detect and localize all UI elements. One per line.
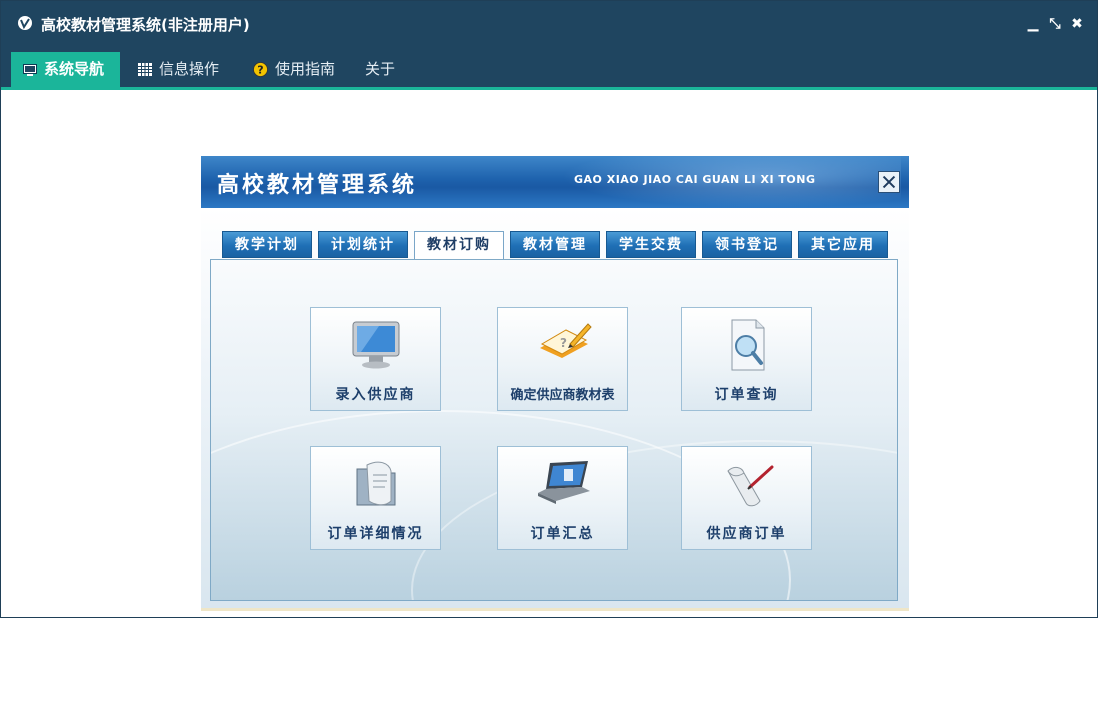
close-icon[interactable]	[878, 171, 900, 193]
title-bar: 高校教材管理系统(非注册用户) ▁ ⤡ ✖	[1, 1, 1097, 46]
menu-item-system-nav[interactable]: 系统导航	[11, 52, 120, 87]
grid-icon	[138, 63, 152, 76]
menu-item-label: 关于	[365, 60, 396, 78]
tab-other-apps[interactable]: 其它应用	[798, 231, 888, 258]
button-label: 订单详细情况	[327, 526, 424, 542]
function-panel: 录入供应商 ? 确定供应商教材表 订单查询 订单详细情况 订单汇总 供应商订单	[210, 259, 898, 601]
tab-textbook-manage[interactable]: 教材管理	[510, 231, 600, 258]
button-label: 确定供应商教材表	[510, 388, 615, 403]
svg-text:?: ?	[560, 336, 567, 350]
order-summary-button[interactable]: 订单汇总	[497, 446, 628, 550]
tab-textbook-order[interactable]: 教材订购	[414, 231, 504, 261]
restore-icon[interactable]: ⤡	[1046, 15, 1064, 33]
embedded-header: 高校教材管理系统 GAO XIAO JIAO CAI GUAN LI XI TO…	[201, 156, 909, 208]
window-title: 高校教材管理系统(非注册用户)	[41, 16, 250, 34]
laptop-icon	[538, 461, 590, 504]
embedded-title: 高校教材管理系统	[217, 173, 418, 198]
menu-item-about[interactable]: 关于	[365, 52, 395, 87]
app-logo-icon	[18, 16, 32, 30]
close-icon[interactable]: ✖	[1068, 15, 1086, 33]
monitor-icon	[352, 321, 400, 369]
menu-item-guide[interactable]: ? 使用指南	[253, 52, 335, 87]
minimize-icon[interactable]: ▁	[1024, 15, 1042, 33]
embedded-subtitle: GAO XIAO JIAO CAI GUAN LI XI TONG	[574, 173, 816, 186]
order-details-button[interactable]: 订单详细情况	[310, 446, 441, 550]
menu-item-label: 系统导航	[44, 60, 105, 78]
document-search-icon	[731, 319, 765, 371]
button-label: 录入供应商	[335, 387, 416, 403]
tab-plan-stats[interactable]: 计划统计	[318, 231, 408, 258]
svg-text:?: ?	[257, 64, 263, 77]
book-pencil-icon: ?	[540, 323, 592, 358]
embedded-app-panel: 高校教材管理系统 GAO XIAO JIAO CAI GUAN LI XI TO…	[201, 156, 909, 611]
tab-student-fees[interactable]: 学生交费	[606, 231, 696, 258]
tab-book-pickup[interactable]: 领书登记	[702, 231, 792, 258]
tab-teaching-plan[interactable]: 教学计划	[222, 231, 312, 258]
folder-scroll-icon	[356, 461, 396, 506]
scroll-pen-icon	[727, 465, 774, 507]
monitor-icon	[23, 63, 37, 76]
button-label: 订单汇总	[530, 526, 595, 542]
menu-item-info-ops[interactable]: 信息操作	[138, 52, 219, 87]
menu-item-label: 信息操作	[159, 60, 220, 78]
button-label: 订单查询	[714, 387, 779, 403]
add-supplier-button[interactable]: 录入供应商	[310, 307, 441, 411]
app-window: 高校教材管理系统(非注册用户) ▁ ⤡ ✖ 系统导航 信息操作 ? 使用指南 关…	[0, 0, 1098, 618]
embedded-footer	[201, 608, 909, 611]
menu-item-label: 使用指南	[275, 60, 336, 78]
order-query-button[interactable]: 订单查询	[681, 307, 812, 411]
supplier-orders-button[interactable]: 供应商订单	[681, 446, 812, 550]
help-icon: ?	[253, 62, 268, 77]
menu-bar: 系统导航 信息操作 ? 使用指南 关于	[1, 46, 1097, 90]
confirm-supplier-textbooks-button[interactable]: ? 确定供应商教材表	[497, 307, 628, 411]
button-label: 供应商订单	[706, 526, 787, 542]
